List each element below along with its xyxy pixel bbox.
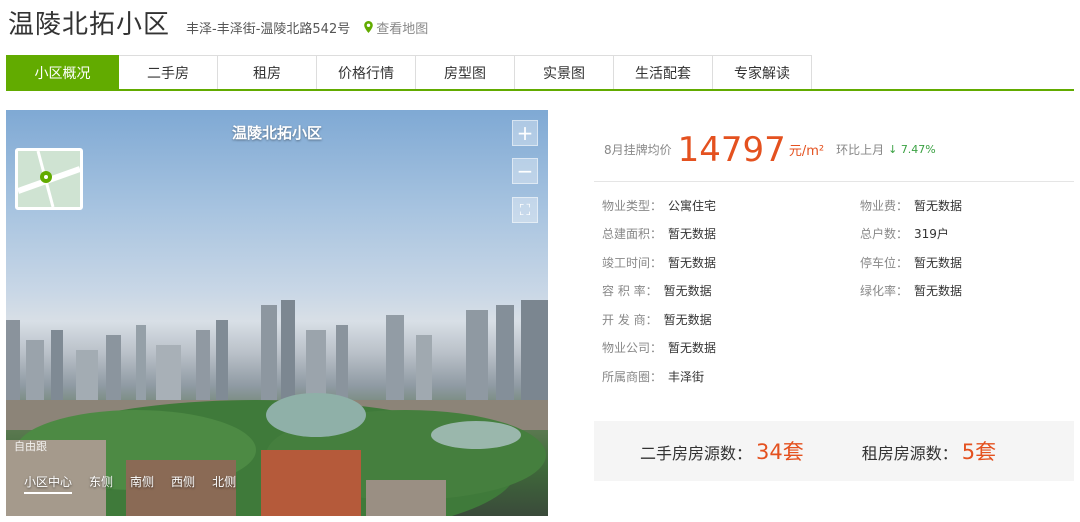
price-unit: 元/m²: [788, 144, 825, 159]
tab-price-trend[interactable]: 价格行情: [317, 55, 416, 89]
info-total-area: 总建面积： 暂无数据: [602, 227, 717, 241]
tab-expert-review[interactable]: 专家解读: [713, 55, 812, 89]
address-text: 丰泽-丰泽街-温陵北路542号: [186, 22, 351, 37]
tab-overview[interactable]: 小区概况: [6, 55, 119, 89]
view-center[interactable]: 小区中心: [24, 473, 73, 494]
info-completion-date: 竣工时间： 暂无数据: [602, 256, 717, 270]
price-summary: 8月挂牌均价 14797 元/m² 环比上月 ↓ 7.47%: [594, 118, 1074, 182]
info-property-company: 物业公司： 暂无数据: [602, 341, 717, 355]
view-map-link[interactable]: 查看地图: [364, 18, 428, 37]
down-arrow-icon: ↓: [888, 143, 898, 156]
view-east[interactable]: 东侧: [89, 473, 113, 494]
view-north[interactable]: 北侧: [212, 473, 236, 494]
panorama-view-nav: 小区中心 东侧 南侧 西侧 北侧: [24, 473, 253, 494]
page-header: 温陵北拓小区 丰泽-丰泽街-温陵北路542号 查看地图: [8, 4, 428, 44]
tab-second-hand[interactable]: 二手房: [119, 55, 218, 89]
tab-photos[interactable]: 实景图: [515, 55, 614, 89]
listing-counts: 二手房房源数： 34套 租房房源数： 5套: [594, 421, 1074, 481]
tab-rent[interactable]: 租房: [218, 55, 317, 89]
info-plot-ratio: 容 积 率： 暂无数据: [602, 284, 712, 298]
view-west[interactable]: 西侧: [171, 473, 195, 494]
panorama-title: 温陵北拓小区: [231, 124, 322, 142]
month-over-month-value: ↓ 7.47%: [888, 143, 936, 156]
price-label: 8月挂牌均价: [604, 143, 672, 157]
rent-count[interactable]: 租房房源数： 5套: [862, 436, 996, 466]
info-developer: 开 发 商： 暂无数据: [602, 313, 712, 327]
mini-map-icon: [18, 151, 80, 207]
second-hand-count[interactable]: 二手房房源数： 34套: [640, 436, 804, 466]
panorama-viewer[interactable]: 温陵北拓小区 + − ⛶ 自由跟 小区中心 东侧 南侧 西侧 北侧: [6, 110, 548, 516]
location-pin-icon: [364, 21, 374, 33]
view-map-label: 查看地图: [376, 21, 429, 37]
tab-amenities[interactable]: 生活配套: [614, 55, 713, 89]
mini-map[interactable]: [15, 148, 83, 210]
month-over-month-label: 环比上月: [836, 143, 885, 157]
tab-floor-plans[interactable]: 房型图: [416, 55, 515, 89]
page-title: 温陵北拓小区: [8, 10, 171, 40]
info-property-type: 物业类型： 公寓住宅: [602, 199, 717, 213]
info-household-count: 总户数： 319户: [860, 227, 949, 241]
price-value: 14797: [677, 129, 786, 170]
zoom-out-button[interactable]: −: [512, 158, 538, 184]
fullscreen-button[interactable]: ⛶: [512, 197, 538, 223]
panorama-watermark: 自由跟: [14, 440, 47, 453]
view-south[interactable]: 南侧: [130, 473, 154, 494]
info-green-rate: 绿化率： 暂无数据: [860, 284, 963, 298]
info-parking: 停车位： 暂无数据: [860, 256, 963, 270]
tab-bar: 小区概况 二手房 租房 价格行情 房型图 实景图 生活配套 专家解读: [6, 55, 1074, 91]
zoom-in-button[interactable]: +: [512, 120, 538, 146]
info-business-district: 所属商圈： 丰泽街: [602, 370, 705, 384]
info-property-fee: 物业费： 暂无数据: [860, 199, 963, 213]
